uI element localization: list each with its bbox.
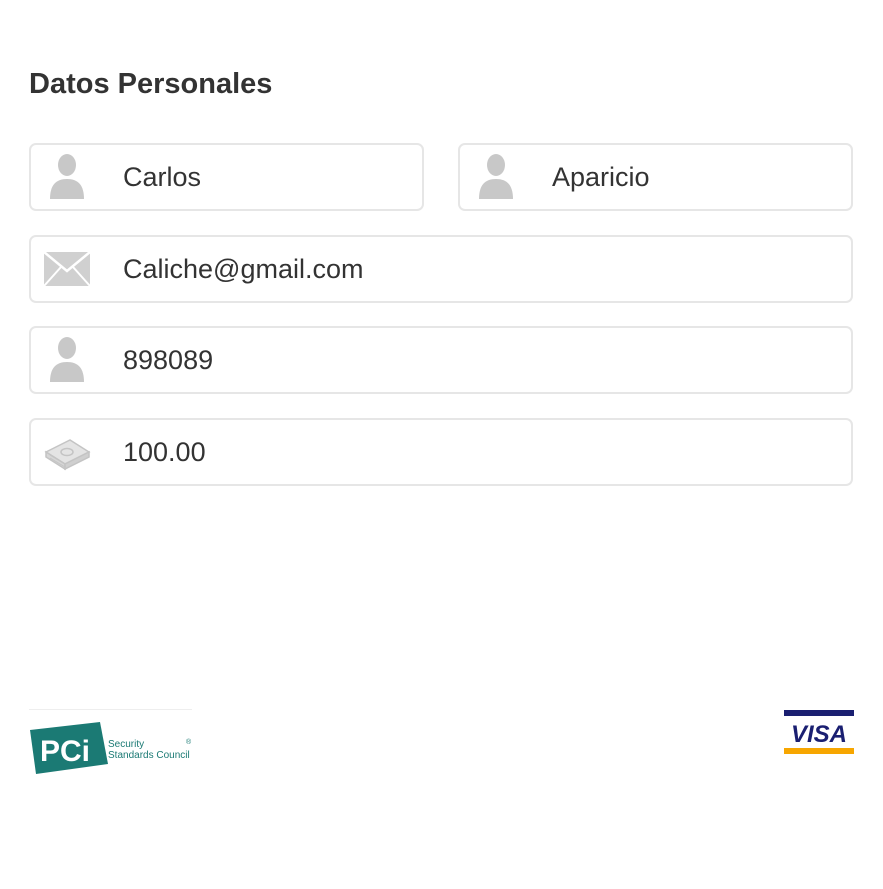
id-number-field[interactable]: [29, 326, 853, 394]
money-icon: [41, 426, 93, 478]
first-name-field[interactable]: [29, 143, 424, 211]
last-name-field[interactable]: [458, 143, 853, 211]
pci-security-standards-logo: PCi Security Standards Council ®: [30, 722, 192, 774]
svg-text:VISA: VISA: [791, 721, 847, 748]
last-name-input[interactable]: [552, 145, 839, 209]
visa-logo: VISA: [784, 710, 854, 754]
user-icon: [41, 334, 93, 386]
email-field[interactable]: [29, 235, 853, 303]
amount-input[interactable]: [123, 420, 839, 484]
amount-field[interactable]: [29, 418, 853, 486]
user-icon: [41, 151, 93, 203]
email-input[interactable]: [123, 237, 839, 301]
svg-text:Security: Security: [108, 739, 144, 750]
id-number-input[interactable]: [123, 328, 839, 392]
first-name-input[interactable]: [123, 145, 410, 209]
svg-text:Standards Council: Standards Council: [108, 750, 190, 761]
footer-divider: [29, 709, 192, 710]
user-icon: [470, 151, 522, 203]
envelope-icon: [41, 243, 93, 295]
payment-form-page: Datos Personales Carlos Aparicio Caliche…: [0, 0, 883, 889]
svg-text:®: ®: [186, 738, 192, 746]
section-title: Datos Personales: [29, 68, 273, 100]
svg-text:PCi: PCi: [40, 735, 90, 768]
